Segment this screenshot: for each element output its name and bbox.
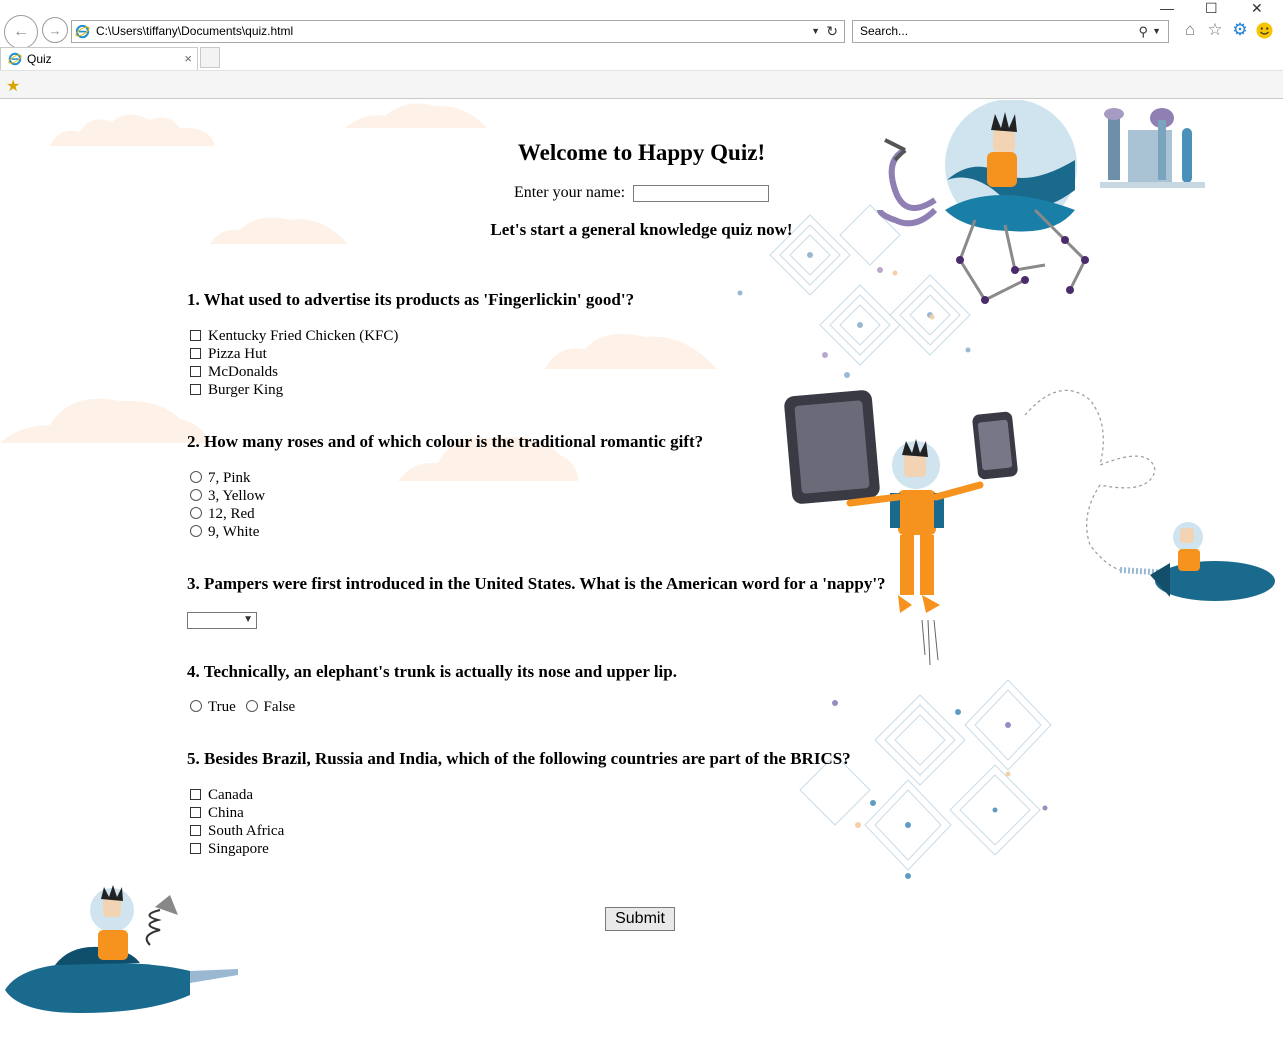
browser-chrome: ← → C:\Users\tiffany\Documents\quiz.html… [0,0,1283,100]
home-icon[interactable]: ⌂ [1180,20,1200,40]
option-label: McDonalds [208,364,278,380]
smiley-icon[interactable] [1254,20,1274,40]
question-5: 5. Besides Brazil, Russia and India, whi… [187,749,851,768]
option-label: Kentucky Fried Chicken (KFC) [208,328,399,344]
radio-button[interactable] [190,700,202,712]
checkbox[interactable] [190,366,201,377]
option-label: Singapore [208,841,269,857]
q4-option-false[interactable]: False [245,699,296,715]
favorites-bar: ★ [0,70,1283,99]
q5-option-3[interactable]: South Africa [190,823,284,840]
checkbox[interactable] [190,384,201,395]
q5-option-4[interactable]: Singapore [190,841,269,858]
ie-logo-icon [8,52,22,66]
q1-option-3[interactable]: McDonalds [190,364,278,381]
search-icon[interactable]: ⚲ [1138,21,1148,42]
chevron-down-icon[interactable]: ▼ [811,21,820,42]
close-tab-icon[interactable]: × [184,48,192,70]
checkbox[interactable] [190,807,201,818]
question-3: 3. Pampers were first introduced in the … [187,574,886,593]
q2-option-1[interactable]: 7, Pink [190,470,251,487]
option-label: 7, Pink [208,470,251,486]
star-icon[interactable]: ☆ [1205,20,1225,40]
ie-logo-icon [75,24,90,39]
chevron-down-icon[interactable]: ▼ [1152,21,1161,42]
page-viewport: Welcome to Happy Quiz! Enter your name: … [0,100,1283,1040]
q4-options: True False [190,699,295,716]
search-box[interactable]: Search... ⚲ ▼ [852,20,1169,43]
minimize-icon[interactable]: — [1160,0,1174,16]
tab-quiz[interactable]: Quiz × [0,47,198,70]
q5-option-2[interactable]: China [190,805,244,822]
question-2: 2. How many roses and of which colour is… [187,432,704,451]
checkbox[interactable] [190,843,201,854]
q1-option-4[interactable]: Burger King [190,382,283,399]
checkbox[interactable] [190,348,201,359]
q2-option-4[interactable]: 9, White [190,524,259,541]
address-url: C:\Users\tiffany\Documents\quiz.html [96,24,294,38]
option-label: South Africa [208,823,285,839]
q1-option-2[interactable]: Pizza Hut [190,346,267,363]
checkbox[interactable] [190,789,201,800]
option-label: Canada [208,787,253,803]
refresh-icon[interactable]: ↻ [826,21,838,42]
add-favorite-icon[interactable]: ★ [6,76,20,96]
q2-option-2[interactable]: 3, Yellow [190,488,265,505]
option-label: 12, Red [208,506,255,522]
back-arrow-icon[interactable]: ← [4,15,38,49]
address-bar[interactable]: C:\Users\tiffany\Documents\quiz.html ▼ ↻ [71,20,845,43]
name-label: Enter your name: [513,184,626,201]
page-title: Welcome to Happy Quiz! [517,140,766,165]
q2-option-3[interactable]: 12, Red [190,506,255,523]
radio-button[interactable] [190,489,202,501]
q4-option-true[interactable]: True [190,699,236,715]
submit-button[interactable]: Submit [605,907,675,931]
name-input[interactable] [633,184,770,202]
intro-text: Let's start a general knowledge quiz now… [490,220,793,239]
q3-dropdown[interactable]: ▼ [187,612,257,629]
option-label: Pizza Hut [208,346,267,362]
search-placeholder: Search... [860,24,909,38]
quiz-form: Welcome to Happy Quiz! Enter your name: … [0,100,1283,1040]
option-label: 3, Yellow [208,488,266,504]
tab-label: Quiz [27,52,52,66]
checkbox[interactable] [190,330,201,341]
question-4: 4. Technically, an elephant's trunk is a… [187,662,677,681]
close-window-icon[interactable]: ✕ [1251,0,1263,17]
gear-icon[interactable]: ⚙ [1230,20,1250,40]
radio-button[interactable] [245,700,258,712]
name-row: Enter your name: [0,184,1283,202]
option-label: 9, White [208,524,260,540]
radio-button[interactable] [190,525,202,537]
option-label: False [263,699,296,715]
maximize-icon[interactable]: ☐ [1205,0,1218,17]
chevron-down-icon: ▼ [243,614,253,625]
checkbox[interactable] [190,825,201,836]
radio-button[interactable] [190,471,202,483]
radio-button[interactable] [190,507,202,519]
tab-bar: Quiz × [0,47,1283,70]
question-1: 1. What used to advertise its products a… [187,290,635,309]
q1-option-1[interactable]: Kentucky Fried Chicken (KFC) [190,328,398,345]
new-tab-button[interactable] [200,47,220,68]
forward-arrow-icon[interactable]: → [42,17,68,43]
option-label: True [208,699,236,715]
option-label: Burger King [208,382,284,398]
q5-option-1[interactable]: Canada [190,787,253,804]
option-label: China [208,805,244,821]
